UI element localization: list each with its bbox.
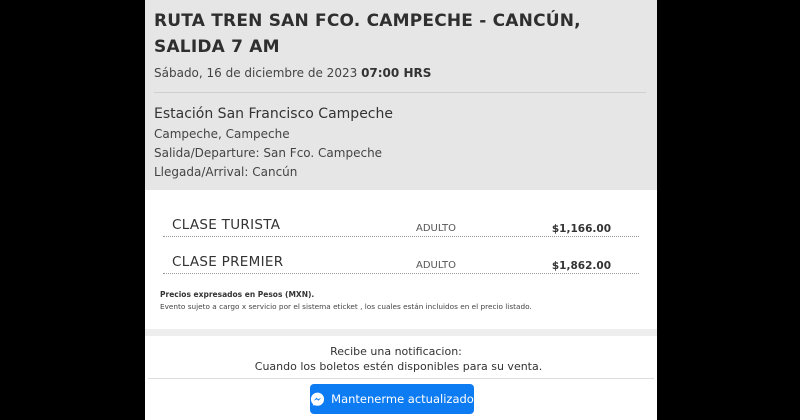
price-row[interactable]: CLASE PREMIER ADULTO $1,862.00 bbox=[163, 237, 639, 274]
section-separator bbox=[145, 329, 657, 336]
event-time: 07:00 HRS bbox=[361, 66, 432, 80]
ticket-class: CLASE PREMIER bbox=[172, 254, 284, 270]
notify-title: Recibe una notificacion: bbox=[330, 345, 462, 358]
price-row[interactable]: CLASE TURISTA ADULTO $1,166.00 bbox=[163, 200, 639, 237]
ticket-price: $1,862.00 bbox=[551, 260, 611, 272]
currency-note: Precios expresados en Pesos (MXN). bbox=[160, 290, 315, 299]
notification-card: Recibe una notificacion: Cuando los bole… bbox=[148, 336, 654, 420]
service-fee-note: Evento sujeto a cargo x servicio por el … bbox=[160, 302, 532, 311]
venue-departure: Salida/Departure: San Fco. Campeche bbox=[154, 146, 383, 160]
ticket-page: RUTA TREN SAN FCO. CAMPECHE - CANCÚN, SA… bbox=[145, 0, 657, 420]
keep-updated-button[interactable]: Mantenerme actualizado bbox=[310, 384, 474, 414]
ticket-price: $1,166.00 bbox=[551, 223, 611, 235]
ticket-class: CLASE TURISTA bbox=[172, 217, 281, 233]
ticket-audience: ADULTO bbox=[416, 260, 457, 271]
ticket-audience: ADULTO bbox=[416, 223, 457, 234]
event-date: Sábado, 16 de diciembre de 2023 bbox=[154, 66, 358, 80]
event-info-card: RUTA TREN SAN FCO. CAMPECHE - CANCÚN, SA… bbox=[145, 0, 657, 190]
notify-subtitle: Cuando los boletos estén disponibles par… bbox=[254, 360, 543, 373]
venue-arrival: Llegada/Arrival: Cancún bbox=[154, 165, 298, 179]
event-title: RUTA TREN SAN FCO. CAMPECHE - CANCÚN, SA… bbox=[154, 11, 581, 57]
venue-name: Estación San Francisco Campeche bbox=[154, 106, 393, 122]
keep-updated-label: Mantenerme actualizado bbox=[331, 392, 474, 406]
messenger-icon bbox=[310, 392, 325, 407]
event-date-time: Sábado, 16 de diciembre de 2023 07:00 HR… bbox=[154, 66, 431, 80]
venue-city: Campeche, Campeche bbox=[154, 127, 290, 141]
notify-divider bbox=[148, 378, 654, 379]
event-divider bbox=[154, 92, 646, 93]
